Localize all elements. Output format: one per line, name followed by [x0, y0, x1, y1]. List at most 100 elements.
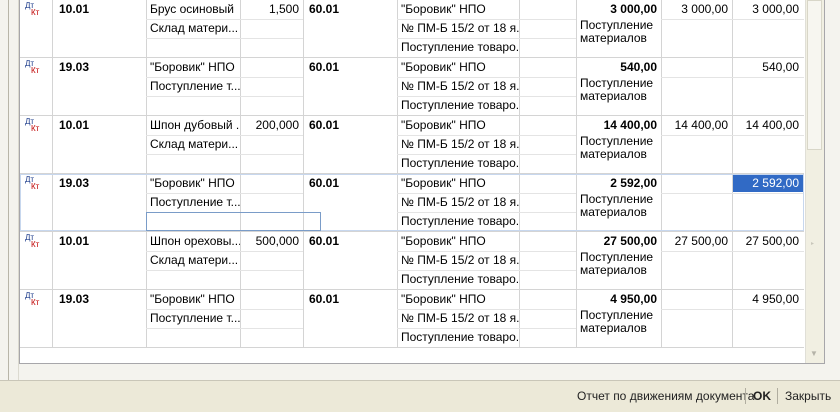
row-divider: [146, 328, 303, 329]
column-divider: [52, 58, 53, 115]
credit-subconto-1[interactable]: "Боровик" НПО: [397, 116, 519, 135]
scroll-down-arrow-icon[interactable]: ▼: [810, 349, 818, 358]
dt-kt-entry-icon: Дт Кт: [25, 292, 41, 308]
table-row[interactable]: Дт Кт 19.03 "Боровик" НПО Поступление т... 60…: [20, 290, 804, 348]
credit-subconto-2[interactable]: № ПМ-Б 15/2 от 18 я...: [397, 77, 519, 96]
table-row[interactable]: Дт Кт 10.01 Шпон дубовый ... Склад матери...…: [20, 116, 804, 174]
credit-subconto-1[interactable]: "Боровик" НПО: [397, 58, 519, 77]
credit-account[interactable]: 60.01: [303, 116, 397, 135]
debit-account[interactable]: 10.01: [55, 0, 145, 19]
dt-kt-entry-icon: Дт Кт: [25, 60, 41, 76]
debit-quantity[interactable]: [240, 290, 303, 309]
debit-account[interactable]: 19.03: [55, 58, 145, 77]
row-divider: [661, 251, 804, 252]
dt-kt-entry-icon: Дт Кт: [25, 118, 41, 134]
amount-total[interactable]: 4 950,00: [733, 291, 803, 308]
debit-subconto-1[interactable]: Шпон ореховы...: [146, 232, 240, 251]
credit-account[interactable]: 60.01: [303, 58, 397, 77]
column-divider: [519, 232, 520, 289]
amount-tax-accounting[interactable]: [661, 290, 732, 309]
debit-account[interactable]: 10.01: [55, 116, 145, 135]
entry-content[interactable]: Поступление материалов: [576, 131, 661, 163]
close-button[interactable]: Закрыть: [785, 386, 831, 406]
credit-subconto-1[interactable]: "Боровик" НПО: [397, 0, 519, 19]
table-row[interactable]: Дт Кт 19.03 "Боровик" НПО Поступление т... 60…: [20, 58, 804, 116]
debit-subconto-2[interactable]: Склад матери...: [146, 135, 240, 154]
table-row[interactable]: Дт Кт 10.01 Шпон ореховы... Склад матери... 5…: [20, 232, 804, 290]
entry-content[interactable]: Поступление материалов: [576, 305, 661, 337]
footer-separator: [777, 388, 778, 404]
movements-report-button[interactable]: Отчет по движениям документа: [577, 386, 754, 406]
row-divider: [661, 135, 804, 136]
debit-subconto-1[interactable]: "Боровик" НПО: [146, 290, 240, 309]
column-divider: [52, 232, 53, 289]
credit-account[interactable]: 60.01: [303, 290, 397, 309]
amount-tax-accounting[interactable]: 27 500,00: [661, 232, 732, 251]
debit-subconto-2[interactable]: Поступление т...: [146, 309, 240, 328]
row-divider: [661, 309, 804, 310]
credit-subconto-3[interactable]: Поступление товаро...: [397, 38, 519, 57]
debit-subconto-2[interactable]: Склад матери...: [146, 19, 240, 38]
debit-subconto-1[interactable]: Шпон дубовый ...: [146, 116, 240, 135]
debit-quantity[interactable]: 500,000: [240, 232, 303, 251]
column-divider: [519, 58, 520, 115]
credit-subconto-3[interactable]: Поступление товаро...: [397, 154, 519, 173]
debit-quantity[interactable]: 200,000: [240, 116, 303, 135]
column-divider: [519, 116, 520, 173]
amount-tax-accounting[interactable]: 3 000,00: [661, 0, 732, 19]
credit-mark: Кт: [31, 240, 40, 249]
table-row[interactable]: Дт Кт 19.03 "Боровик" НПО Поступление т... 60…: [20, 174, 804, 232]
debit-quantity[interactable]: [240, 58, 303, 77]
scroll-grip-icon: ▸: [811, 241, 815, 247]
dt-kt-entry-icon: Дт Кт: [25, 2, 41, 18]
vertical-scrollbar[interactable]: ▸ ▼: [805, 0, 824, 363]
entry-content[interactable]: Поступление материалов: [576, 15, 661, 47]
active-row-frame: [20, 174, 804, 231]
credit-account[interactable]: 60.01: [303, 0, 397, 19]
debit-account[interactable]: 10.01: [55, 232, 145, 251]
document-movements-window: Дт Кт 10.01 Брус осиновый Склад матери... 1,5…: [0, 0, 840, 380]
credit-subconto-1[interactable]: "Боровик" НПО: [397, 232, 519, 251]
debit-account[interactable]: 19.03: [55, 290, 145, 309]
credit-subconto-3[interactable]: Поступление товаро...: [397, 270, 519, 289]
column-divider: [52, 290, 53, 347]
amount-total[interactable]: 14 400,00: [733, 117, 803, 134]
credit-subconto-1[interactable]: "Боровик" НПО: [397, 290, 519, 309]
dialog-footer: Отчет по движениям документа OK Закрыть: [0, 381, 840, 412]
row-divider: [661, 77, 804, 78]
ok-button[interactable]: OK: [753, 386, 771, 406]
credit-subconto-2[interactable]: № ПМ-Б 15/2 от 18 я...: [397, 135, 519, 154]
scrollbar-thumb[interactable]: [807, 0, 822, 150]
accounting-entries-table[interactable]: Дт Кт 10.01 Брус осиновый Склад матери... 1,5…: [19, 0, 825, 364]
debit-subconto-2[interactable]: Склад матери...: [146, 251, 240, 270]
debit-subconto-2[interactable]: Поступление т...: [146, 77, 240, 96]
column-divider: [519, 290, 520, 347]
amount-total[interactable]: 3 000,00: [733, 1, 803, 18]
row-divider: [661, 19, 804, 20]
table-row[interactable]: Дт Кт 10.01 Брус осиновый Склад матери... 1,5…: [20, 0, 804, 58]
credit-mark: Кт: [31, 124, 40, 133]
credit-account[interactable]: 60.01: [303, 232, 397, 251]
row-divider: [146, 96, 303, 97]
amount-total[interactable]: 540,00: [733, 59, 803, 76]
credit-subconto-3[interactable]: Поступление товаро...: [397, 96, 519, 115]
amount-tax-accounting[interactable]: [661, 58, 732, 77]
debit-subconto-1[interactable]: Брус осиновый: [146, 0, 240, 19]
row-divider: [146, 154, 303, 155]
table-body: Дт Кт 10.01 Брус осиновый Склад матери... 1,5…: [20, 0, 804, 348]
debit-subconto-1[interactable]: "Боровик" НПО: [146, 58, 240, 77]
credit-mark: Кт: [31, 298, 40, 307]
amount-total[interactable]: 27 500,00: [733, 233, 803, 250]
credit-subconto-2[interactable]: № ПМ-Б 15/2 от 18 я...: [397, 251, 519, 270]
credit-subconto-2[interactable]: № ПМ-Б 15/2 от 18 я...: [397, 19, 519, 38]
credit-subconto-2[interactable]: № ПМ-Б 15/2 от 18 я...: [397, 309, 519, 328]
column-divider: [52, 0, 53, 57]
entry-content[interactable]: Поступление материалов: [576, 73, 661, 105]
amount-tax-accounting[interactable]: 14 400,00: [661, 116, 732, 135]
left-panel-edge: [0, 0, 19, 380]
entry-content[interactable]: Поступление материалов: [576, 247, 661, 279]
footer-separator: [745, 388, 746, 404]
column-divider: [519, 0, 520, 57]
debit-quantity[interactable]: 1,500: [240, 0, 303, 19]
credit-subconto-3[interactable]: Поступление товаро...: [397, 328, 519, 347]
